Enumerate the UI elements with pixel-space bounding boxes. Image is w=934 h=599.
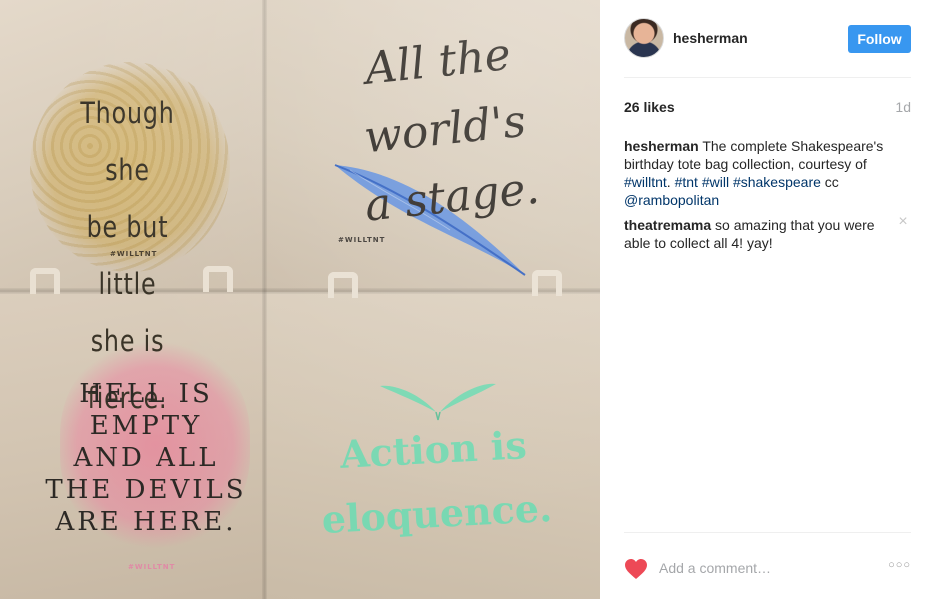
comment-item: theatremama so amazing that you were abl… — [624, 216, 894, 252]
tote-hashtag: #WILLTNT — [128, 563, 176, 571]
heart-icon[interactable] — [624, 558, 648, 580]
follow-button[interactable]: Follow — [848, 25, 911, 53]
tote-quote: All the world's a stage. — [361, 28, 542, 232]
post-caption: hesherman The complete Shakespeare's bir… — [624, 138, 884, 208]
comment-username[interactable]: theatremama — [624, 217, 711, 233]
post-timestamp[interactable]: 1d — [895, 99, 911, 115]
tote-hashtag: #WILLTNT — [338, 236, 386, 244]
likes-row: 26 likes 1d — [624, 99, 911, 119]
bag-handle — [203, 266, 233, 292]
post-photo[interactable]: Though she be but little she is fierce. … — [0, 0, 600, 599]
caption-username[interactable]: hesherman — [624, 138, 699, 154]
add-comment-input[interactable] — [659, 557, 879, 579]
close-icon[interactable]: × — [896, 214, 910, 230]
tote-quote: HELL IS EMPTY AND ALL THE DEVILS ARE HER… — [45, 379, 247, 537]
more-options-icon[interactable]: ○○○ — [888, 559, 911, 571]
comment-footer: ○○○ — [624, 532, 911, 599]
hashtag-link[interactable]: #tnt — [675, 174, 698, 190]
avatar[interactable] — [624, 18, 664, 58]
post-header: hesherman Follow — [624, 18, 911, 78]
bag-handle — [532, 270, 562, 296]
green-feathers-print — [380, 383, 496, 421]
caption-cc: cc — [824, 174, 839, 190]
tote-quote: Action is eloquence. — [320, 422, 554, 542]
tote-hashtag: #WILLTNT — [110, 250, 158, 258]
post-sidebar: hesherman Follow 26 likes 1d hesherman T… — [600, 0, 934, 599]
username-link[interactable]: hesherman — [673, 30, 748, 46]
hashtag-link[interactable]: #shakespeare — [733, 174, 821, 190]
hashtag-link[interactable]: #willtnt — [624, 174, 667, 190]
likes-count[interactable]: 26 likes — [624, 99, 675, 115]
mention-link[interactable]: @rambopolitan — [624, 192, 719, 208]
hashtag-link[interactable]: #will — [702, 174, 729, 190]
bag-seam — [262, 0, 267, 599]
